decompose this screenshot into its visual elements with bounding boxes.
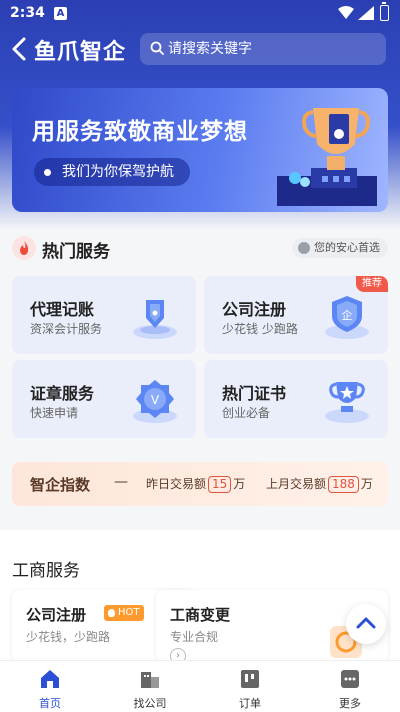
badge-icon: V (133, 380, 177, 423)
section-title: 热门服务 (42, 242, 110, 262)
banner-subtitle: 我们为你保驾护航 (34, 158, 190, 186)
trust-badge-label: 您的安心首选 (314, 241, 380, 254)
banner-title: 用服务致敬商业梦想 (32, 119, 248, 145)
hot-badge: HOT (104, 605, 144, 621)
back-icon[interactable] (8, 34, 32, 64)
shield-small-icon (298, 242, 310, 254)
nav-item-more[interactable]: 更多 (300, 665, 400, 711)
service-card-certificate[interactable]: 热门证书 创业必备 (204, 360, 388, 438)
business-section: 工商服务 公司注册 HOT 少花钱，少跑路 工商变更 专业合规 › (0, 530, 400, 664)
battery-icon (380, 2, 389, 21)
business-card-subtitle: 少花钱，少跑路 (26, 630, 111, 644)
business-section-title: 工商服务 (12, 561, 80, 581)
yesterday-stat: 昨日交易额 15 万 (146, 475, 245, 493)
notification-icon: A (54, 7, 67, 20)
shield-icon: 企 (325, 296, 369, 339)
trophy-icon (325, 382, 369, 423)
index-bar[interactable]: 智企指数 — 昨日交易额 15 万 上月交易额 188 万 (12, 462, 388, 506)
search-input[interactable] (168, 33, 378, 65)
service-card-company-registration[interactable]: 推荐 公司注册 少花钱 少跑路 企 (204, 276, 388, 354)
yesterday-label: 昨日交易额 (146, 477, 207, 491)
signal-icon (358, 6, 374, 20)
service-card-subtitle: 少花钱 少跑路 (222, 322, 298, 336)
search-bar[interactable] (140, 33, 386, 65)
more-icon (341, 670, 359, 688)
wifi-icon (338, 6, 354, 19)
service-card-subtitle: 资深会计服务 (30, 322, 103, 336)
nav-label: 首页 (39, 697, 61, 710)
business-card-title: 公司注册 (26, 606, 87, 624)
nav-label: 更多 (339, 697, 361, 710)
hot-services-header: 热门服务 您的安心首选 (12, 234, 388, 262)
bottom-nav: 首页 找公司 订单 更多 (0, 660, 400, 712)
shield-icon-text: 企 (342, 308, 353, 322)
service-card-seal[interactable]: 证章服务 快速申请 V (12, 360, 196, 438)
nav-item-find-company[interactable]: 找公司 (100, 665, 200, 711)
order-icon (241, 670, 259, 688)
service-card-title: 热门证书 (222, 384, 287, 403)
search-icon (150, 41, 164, 55)
index-dash: — (114, 474, 128, 490)
last-month-value: 188 (328, 476, 359, 493)
status-bar: 2:34 A (0, 0, 400, 28)
last-month-unit: 万 (360, 477, 373, 491)
service-card-title: 公司注册 (222, 300, 287, 319)
yesterday-value: 15 (208, 476, 232, 493)
service-card-title: 证章服务 (30, 384, 95, 403)
service-card-subtitle: 创业必备 (222, 406, 271, 420)
scroll-top-button[interactable] (346, 604, 386, 644)
yesterday-unit: 万 (233, 477, 246, 491)
fire-icon (12, 236, 36, 260)
service-card-subtitle: 快速申请 (30, 406, 79, 420)
last-month-label: 上月交易额 (266, 477, 327, 491)
app-title: 鱼爪智企 (34, 40, 127, 65)
app-header: 鱼爪智企 (0, 30, 400, 70)
nav-label: 找公司 (133, 697, 167, 710)
index-title: 智企指数 (30, 476, 91, 494)
building-icon (141, 672, 159, 688)
trust-badge: 您的安心首选 (292, 238, 388, 258)
pen-icon (133, 300, 177, 339)
trophy-illustration-icon (277, 108, 377, 206)
nav-item-home[interactable]: 首页 (0, 665, 100, 711)
service-card-title: 代理记账 (30, 300, 95, 319)
home-icon (41, 670, 59, 688)
service-card-bookkeeping[interactable]: 代理记账 资深会计服务 (12, 276, 196, 354)
status-time: 2:34 (10, 5, 45, 21)
chevron-up-icon (356, 617, 376, 629)
promo-banner[interactable]: 用服务致敬商业梦想 我们为你保驾护航 (12, 88, 388, 212)
last-month-stat: 上月交易额 188 万 (266, 475, 373, 493)
nav-label: 订单 (239, 697, 261, 710)
business-card-title: 工商变更 (170, 606, 231, 624)
badge-icon-text: V (151, 393, 160, 407)
business-card-subtitle: 专业合规 (170, 630, 219, 644)
nav-item-orders[interactable]: 订单 (200, 665, 300, 711)
